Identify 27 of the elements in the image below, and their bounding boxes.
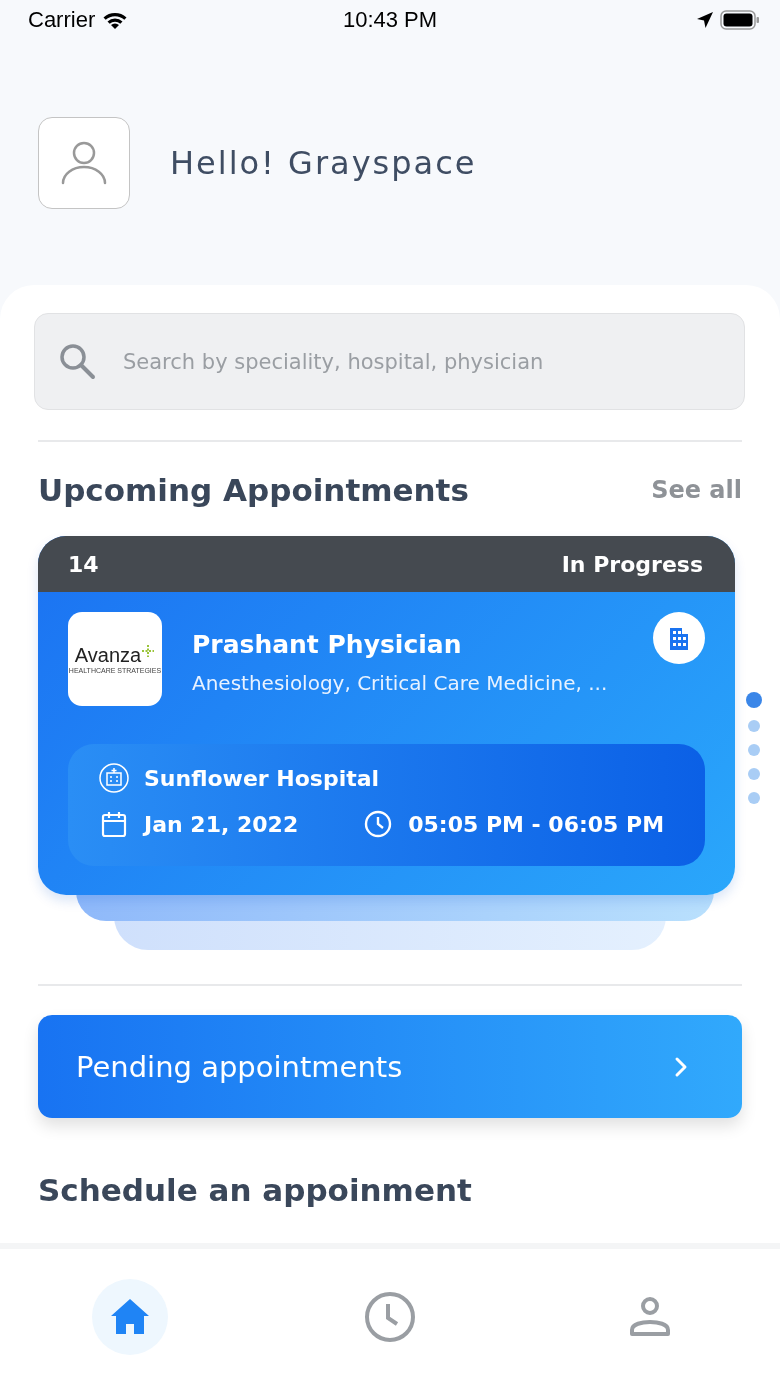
physician-name: Prashant Physician [192,630,463,659]
location-arrow-icon [696,11,714,29]
greeting-text: Hello! Grayspace [170,143,477,182]
pager-dot[interactable] [748,792,760,804]
see-all-link[interactable]: See all [651,476,742,504]
appointment-number: 14 [68,551,99,577]
search-icon [58,342,96,380]
clock-icon [362,1289,418,1345]
battery-icon [720,10,760,30]
hospital-icon [98,762,130,794]
speciality-text: Anesthesiology, Critical Care Medicine, ... [192,671,609,695]
avatar-placeholder[interactable] [38,116,130,209]
appointment-status: In Progress [561,551,703,577]
section-title: Upcoming Appointments [38,472,469,508]
section-title: Schedule an appoinment [38,1172,473,1208]
appointment-time: 05:05 PM - 06:05 PM [408,811,665,837]
search-field[interactable]: Search by speciality, hospital, physician [34,313,745,410]
pager-dot[interactable] [748,720,760,732]
appointment-date: Jan 21, 2022 [144,811,299,837]
pager-dot[interactable] [748,768,760,780]
building-icon [653,612,705,664]
pending-appointments-button[interactable]: Pending appointments [38,1015,742,1118]
carrier-label: Carrier [28,7,96,33]
pager-dot[interactable] [748,744,760,756]
pager-dot[interactable] [746,692,762,708]
hospital-name: Sunflower Hospital [144,765,380,791]
status-time: 10:43 PM [342,7,438,33]
